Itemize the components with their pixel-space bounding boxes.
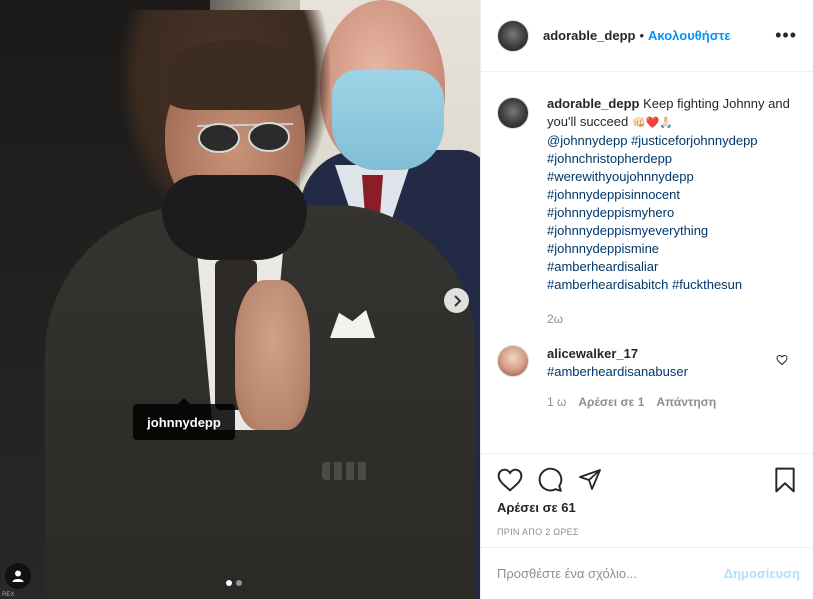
comment-icon [538,467,563,492]
more-options-icon[interactable]: ••• [775,25,797,46]
post-caption: adorable_depp Keep fighting Johnny and y… [497,95,797,328]
hashtag-link[interactable]: #johnnydeppismyhero [547,204,797,222]
author-username[interactable]: adorable_depp [543,28,635,43]
post-actions: Αρέσει σε 61 ΠΡΙΝ ΑΠΟ 2 ΩΡΕΣ [481,453,813,537]
mention-link[interactable]: @johnnydepp [547,133,627,148]
tagged-users-button[interactable] [5,563,31,589]
comment-input[interactable]: Προσθέστε ένα σχόλιο... [497,566,637,581]
comment-like-icon[interactable] [776,354,788,366]
comments-section: adorable_depp Keep fighting Johnny and y… [481,73,813,453]
comment-likes[interactable]: Αρέσει σε 1 [578,393,644,411]
chevron-right-icon [453,294,461,307]
hashtag-link[interactable]: #amberheardisaliar [547,258,797,276]
send-icon [579,469,601,490]
bookmark-icon [775,467,795,493]
user-icon [12,570,24,582]
hashtag-link[interactable]: #amberheardisanabuser [547,364,688,379]
heart-icon [497,468,523,492]
commenter-avatar[interactable] [497,345,529,377]
hashtag-link[interactable]: #werewithyoujohnnydepp [547,168,797,186]
instagram-post-view: johnnydepp REX adorable_depp • Ακολουθήσ… [0,0,813,599]
caption-author-avatar[interactable] [497,97,529,129]
caption-username[interactable]: adorable_depp [547,96,639,111]
caption-emojis: 👊🏻❤️🙏🏻 [631,116,673,129]
hashtag-link[interactable]: #johnchristopherdepp [547,150,797,168]
add-comment-bar: Προσθέστε ένα σχόλιο... Δημοσίευση [481,547,813,599]
comment-meta: 1 ω Αρέσει σε 1 Απάντηση [547,393,716,411]
post-photo[interactable]: johnnydepp REX [0,0,480,599]
carousel-dot-active [226,580,232,586]
like-button[interactable] [495,465,525,495]
action-icons [481,454,813,498]
photo-credit: REX [2,592,15,598]
post-comment-button[interactable]: Δημοσίευση [724,566,800,581]
post-header: adorable_depp • Ακολουθήστε ••• [481,0,813,72]
hashtag-link[interactable]: #fuckthesun [672,277,742,292]
share-button[interactable] [575,465,605,495]
caption-body: adorable_depp Keep fighting Johnny and y… [547,95,797,328]
post-panel: adorable_depp • Ακολουθήστε ••• adorable… [480,0,813,599]
post-timestamp[interactable]: ΠΡΙΝ ΑΠΟ 2 ΩΡΕΣ [481,527,813,537]
author-avatar[interactable] [497,19,529,52]
hashtag-link[interactable]: #johnnydeppisinnocent [547,186,797,204]
comment-timestamp[interactable]: 1 ω [547,393,566,411]
comment-button[interactable] [535,465,565,495]
comment-item: alicewalker_17 #amberheardisanabuser 1 ω… [497,345,797,411]
hashtag-link[interactable]: #amberheardisabitch [547,277,668,292]
reply-button[interactable]: Απάντηση [656,393,716,411]
save-button[interactable] [770,465,800,495]
likes-count[interactable]: Αρέσει σε 61 [481,500,813,515]
user-tag-label[interactable]: johnnydepp [133,398,235,440]
carousel-dot [236,580,242,586]
comment-body: alicewalker_17 #amberheardisanabuser 1 ω… [547,345,716,411]
hashtag-link[interactable]: #justiceforjohnnydepp [631,133,757,148]
hashtag-link[interactable]: #johnnydeppismyeverything [547,222,797,240]
header-separator: • [639,28,645,43]
hashtag-link[interactable]: #johnnydeppismine [547,240,797,258]
carousel-indicator [226,580,242,586]
follow-button[interactable]: Ακολουθήστε [648,28,731,43]
caption-timestamp[interactable]: 2ω [547,310,797,328]
next-photo-button[interactable] [444,288,469,313]
commenter-username[interactable]: alicewalker_17 [547,346,638,361]
